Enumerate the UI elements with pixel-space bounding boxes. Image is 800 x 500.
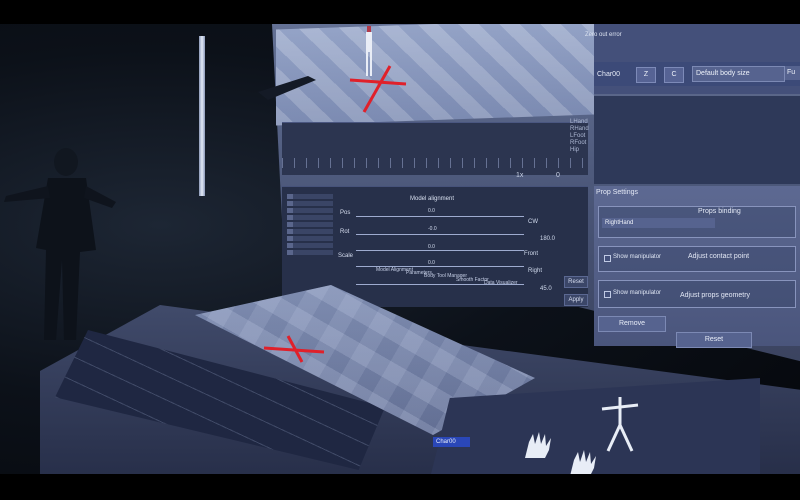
right-middle-panel — [594, 96, 800, 184]
bone-list — [287, 194, 333, 274]
floor-origin-marker-icon — [263, 335, 325, 363]
prop-bind-select[interactable]: RightHand — [602, 218, 715, 228]
end-value: 45.0 — [540, 286, 552, 292]
viewport-3d[interactable] — [276, 18, 594, 126]
end-value: 180.0 — [540, 236, 556, 242]
photo-scene: LHand RHand LFoot RFoot Hip 1x 0 Model a… — [0, 0, 800, 500]
letterbox-top — [0, 0, 800, 24]
fu-button[interactable]: Fu — [785, 66, 800, 80]
track-label: RHand — [570, 126, 589, 132]
list-item[interactable] — [287, 222, 333, 227]
body-size-select[interactable]: Default body size — [692, 66, 785, 82]
list-item[interactable] — [287, 250, 333, 255]
slider-front[interactable] — [356, 250, 524, 251]
list-item[interactable] — [287, 243, 333, 248]
row-label-rot: Rot — [340, 229, 350, 235]
letterbox-bottom — [0, 474, 800, 500]
show-manipulator-checkbox[interactable] — [604, 255, 611, 262]
row-label-pos: Pos — [340, 210, 351, 216]
reset-button[interactable]: Reset — [564, 276, 588, 288]
slider-pos[interactable] — [356, 216, 524, 217]
floor-char-button[interactable]: Char00 — [433, 437, 470, 447]
track-label: LHand — [570, 119, 588, 125]
value-label: 0.0 — [428, 244, 435, 250]
character-label: Char00 — [597, 71, 620, 78]
panel-title: Model alignment — [410, 196, 455, 202]
list-item[interactable] — [287, 236, 333, 241]
timeline-ruler[interactable] — [282, 158, 588, 168]
list-item[interactable] — [287, 229, 333, 234]
end-label: Front — [524, 251, 539, 257]
prop-settings-title: Prop Settings — [596, 189, 639, 196]
list-item[interactable] — [287, 208, 333, 213]
track-label: RFoot — [570, 140, 587, 146]
show-manipulator-label: Show manipulator — [613, 290, 662, 296]
adjust-contact-caption: Adjust contact point — [688, 253, 750, 260]
show-manipulator-checkbox[interactable] — [604, 291, 611, 298]
speed-select[interactable]: 1x — [516, 172, 523, 179]
tab-data-visualizer[interactable]: Data Visualizer — [484, 280, 518, 286]
remove-button[interactable]: Remove — [598, 316, 666, 332]
origin-marker-icon — [349, 65, 407, 113]
props-binding-caption: Props binding — [698, 208, 741, 215]
reset-props-button[interactable]: Reset — [676, 332, 752, 348]
adjust-geometry-caption: Adjust props geometry — [680, 292, 751, 299]
end-label: CW — [528, 219, 538, 225]
row-label-scale: Scale — [338, 253, 354, 259]
track-label: Hip — [570, 147, 580, 153]
left-hand-icon — [525, 432, 551, 458]
zero-out-error-label: Zero out error — [585, 32, 622, 38]
show-manipulator-label: Show manipulator — [613, 254, 662, 260]
apply-button[interactable]: Apply — [564, 294, 588, 306]
c-button[interactable]: C — [664, 67, 684, 83]
list-item[interactable] — [287, 215, 333, 220]
value-label: 0.0 — [428, 208, 435, 214]
list-item[interactable] — [287, 201, 333, 206]
track-label-list: LHand RHand LFoot RFoot Hip — [570, 119, 589, 154]
slider-rot[interactable] — [356, 234, 524, 235]
end-label: Right — [528, 268, 543, 274]
light-pole — [199, 36, 205, 196]
track-label: LFoot — [570, 133, 586, 139]
performer-silhouette — [4, 148, 116, 340]
list-item[interactable] — [287, 194, 333, 199]
playback-toolbar: 1x 0 — [440, 172, 590, 186]
z-button[interactable]: Z — [636, 67, 656, 83]
value-label: -0.0 — [428, 226, 437, 232]
skeleton-icon — [601, 397, 639, 452]
performer-arm-shadow — [258, 76, 316, 100]
frame-field[interactable]: 0 — [556, 172, 560, 179]
value-label: 0.0 — [428, 260, 435, 266]
